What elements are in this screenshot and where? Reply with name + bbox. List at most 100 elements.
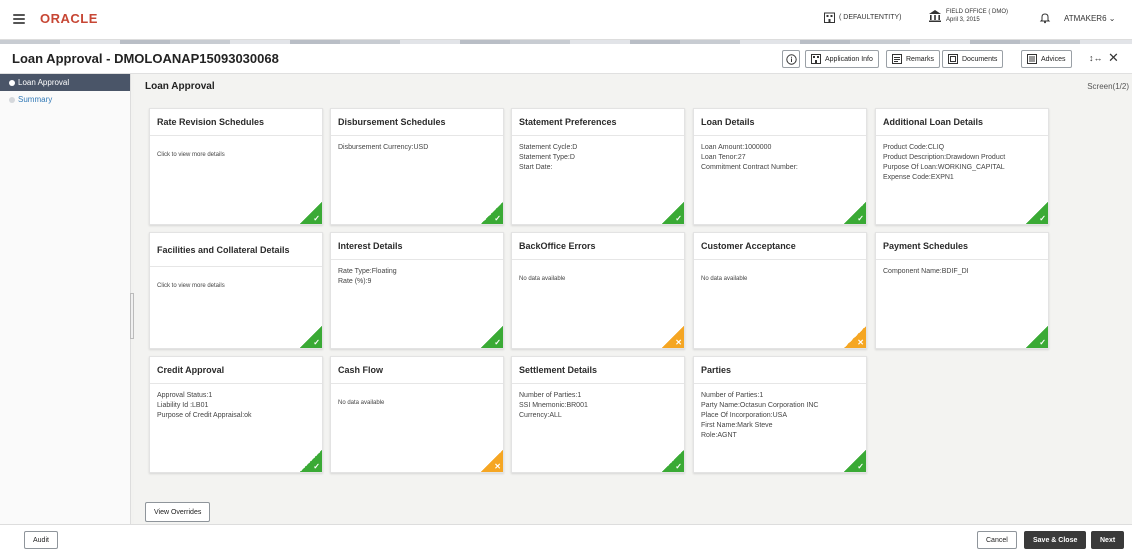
card-line: Purpose Of Loan:WORKING_CAPITAL (883, 164, 1005, 171)
sidebar-item-summary[interactable]: Summary (0, 91, 130, 108)
card-line: First Name:Mark Steve (701, 422, 773, 429)
remarks-icon (892, 54, 902, 64)
section-title: Loan Approval (145, 81, 215, 92)
branch-date: April 3, 2015 (946, 17, 980, 23)
card-title: Settlement Details (512, 357, 684, 384)
card-title: Parties (694, 357, 866, 384)
entity-label: ( DEFAULTENTITY) (839, 14, 902, 21)
card-line: Place Of Incorporation:USA (701, 412, 787, 419)
advices-icon (1027, 54, 1037, 64)
main-content: Loan Approval Screen(1/2) Rate Revision … (134, 74, 1132, 524)
card-cash-flow[interactable]: Cash Flow No data available ✕ (330, 356, 504, 473)
branch-selector[interactable]: FIELD OFFICE ( DMO) April 3, 2015 (928, 8, 1008, 24)
card-line: Number of Parties:1 (701, 392, 764, 399)
view-overrides-button[interactable]: View Overrides (145, 502, 211, 522)
card-line: Number of Parties:1 (519, 392, 582, 399)
next-button[interactable]: Next (1091, 531, 1125, 549)
close-icon[interactable]: ✕ (1108, 50, 1119, 66)
card-line: Rate Type:Floating (338, 268, 397, 275)
card-line: Start Date: (519, 164, 553, 171)
card-settlement-details[interactable]: Settlement Details Number of Parties:1 S… (511, 356, 685, 473)
card-credit-approval[interactable]: Credit Approval Approval Status:1 Liabil… (149, 356, 323, 473)
documents-label: Documents (962, 55, 998, 63)
screen-indicator: Screen(1/2) (1087, 82, 1129, 91)
building-icon (824, 12, 835, 23)
card-title: Cash Flow (331, 357, 503, 384)
card-line: Product Code:CLIQ (883, 144, 945, 151)
card-line: Product Description:Drawdown Product (883, 154, 1006, 161)
sidebar-item-loan-approval[interactable]: Loan Approval (0, 74, 130, 91)
card-payment-schedules[interactable]: Payment Schedules Component Name:BDIF_DI… (875, 232, 1049, 349)
card-line: Statement Type:D (519, 154, 575, 161)
card-line: Approval Status:1 (157, 392, 213, 399)
documents-button[interactable]: Documents (942, 50, 1004, 68)
resize-icon[interactable]: ↕↔ (1089, 53, 1103, 63)
cancel-button[interactable]: Cancel (977, 531, 1017, 549)
card-additional-loan-details[interactable]: Additional Loan Details Product Code:CLI… (875, 108, 1049, 225)
info-icon (785, 53, 797, 65)
card-title: Credit Approval (150, 357, 322, 384)
card-customer-acceptance[interactable]: Customer Acceptance No data available ✕ (693, 232, 867, 349)
remarks-button[interactable]: Remarks (886, 50, 941, 68)
card-rate-revision-schedules[interactable]: Rate Revision Schedules Click to view mo… (149, 108, 323, 225)
top-bar: ORACLE ( DEFAULTENTITY) FIELD OFFICE ( D… (0, 0, 1132, 40)
card-line: No data available (338, 400, 385, 406)
bell-icon[interactable] (1039, 12, 1051, 24)
card-line: No data available (519, 276, 566, 282)
sidebar-item-label: Loan Approval (18, 78, 70, 87)
status-ok-icon: ✓ (300, 202, 322, 224)
hamburger-menu-icon[interactable] (13, 14, 25, 24)
card-line: Liability Id :LB01 (157, 402, 209, 409)
card-disbursement-schedules[interactable]: Disbursement Schedules Disbursement Curr… (330, 108, 504, 225)
card-title: Customer Acceptance (694, 233, 866, 260)
card-title: Rate Revision Schedules (150, 109, 322, 136)
user-menu[interactable]: ATMAKER6 ⌄ (1064, 14, 1115, 23)
chevron-down-icon: ⌄ (1108, 14, 1116, 23)
card-title: Interest Details (331, 233, 503, 260)
entity-selector[interactable]: ( DEFAULTENTITY) (824, 12, 901, 23)
application-info-button[interactable]: Application Info (805, 50, 879, 68)
card-line[interactable]: Click to view more details (157, 281, 315, 291)
card-line: Role:AGNT (701, 432, 737, 439)
card-facilities-collateral[interactable]: Facilities and Collateral Details Click … (149, 232, 323, 349)
document-icon (948, 54, 958, 64)
card-title: Statement Preferences (512, 109, 684, 136)
card-line: Component Name:BDIF_DI (883, 268, 969, 275)
card-line: Expense Code:EXPN1 (883, 174, 954, 181)
card-loan-details[interactable]: Loan Details Loan Amount:1000000 Loan Te… (693, 108, 867, 225)
card-line: Party Name:Octasun Corporation INC (701, 402, 819, 409)
card-line: SSI Mnemonic:BR001 (519, 402, 588, 409)
building-icon (811, 54, 821, 64)
application-info-label: Application Info (825, 55, 873, 63)
status-warning-icon: ✕ (481, 450, 503, 472)
info-button[interactable] (782, 50, 800, 68)
oracle-logo: ORACLE (40, 11, 98, 26)
card-line: Loan Amount:1000000 (701, 144, 772, 151)
window-header: Loan Approval - DMOLOANAP15093030068 App… (0, 44, 1132, 74)
card-line: Statement Cycle:D (519, 144, 578, 151)
card-title: Additional Loan Details (876, 109, 1048, 136)
card-line: Disbursement Currency:USD (338, 144, 429, 151)
status-ok-icon: ✓ (662, 450, 684, 472)
audit-button[interactable]: Audit (24, 531, 58, 549)
card-title: Disbursement Schedules (331, 109, 503, 136)
status-ok-icon: ✓ (300, 450, 322, 472)
step-dot-icon (9, 79, 15, 86)
status-warning-icon: ✕ (662, 326, 684, 348)
status-warning-icon: ✕ (844, 326, 866, 348)
card-interest-details[interactable]: Interest Details Rate Type:Floating Rate… (330, 232, 504, 349)
page-title: Loan Approval - DMOLOANAP15093030068 (12, 51, 279, 66)
card-statement-preferences[interactable]: Statement Preferences Statement Cycle:D … (511, 108, 685, 225)
step-dot-icon (9, 96, 15, 103)
status-ok-icon: ✓ (300, 326, 322, 348)
card-line: No data available (701, 276, 748, 282)
card-backoffice-errors[interactable]: BackOffice Errors No data available ✕ (511, 232, 685, 349)
save-close-button[interactable]: Save & Close (1024, 531, 1087, 549)
advices-button[interactable]: Advices (1021, 50, 1072, 68)
card-parties[interactable]: Parties Number of Parties:1 Party Name:O… (693, 356, 867, 473)
card-line: Purpose of Credit Appraisal:ok (157, 412, 252, 419)
card-title: Loan Details (694, 109, 866, 136)
card-line[interactable]: Click to view more details (157, 150, 315, 160)
card-title: BackOffice Errors (512, 233, 684, 260)
status-ok-icon: ✓ (481, 202, 503, 224)
